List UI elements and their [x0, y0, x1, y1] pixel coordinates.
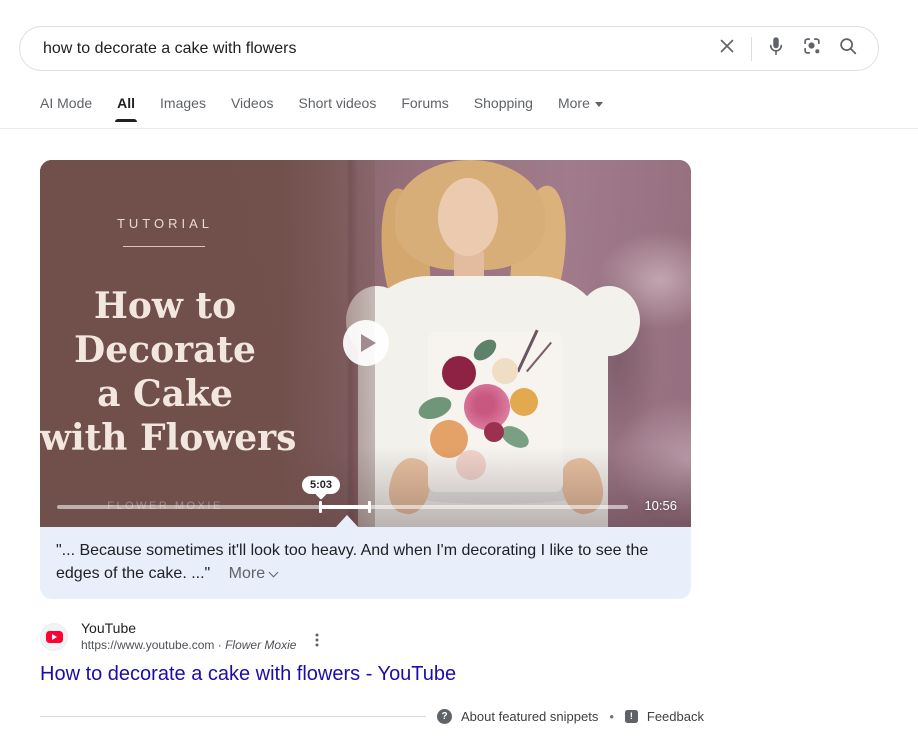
help-circle-icon: ?: [437, 709, 452, 724]
search-input[interactable]: [43, 40, 713, 58]
google-lens-icon: [801, 35, 823, 62]
thumbnail-title-block: TUTORIAL How to Decorate a Cake with Flo…: [40, 160, 290, 527]
video-progress-bar[interactable]: [57, 505, 628, 509]
clip-start-tick: [319, 501, 322, 513]
tab-more-label: More: [558, 95, 590, 111]
search-submit-button[interactable]: [834, 35, 862, 63]
result-title-link[interactable]: How to decorate a cake with flowers - Yo…: [40, 662, 456, 687]
chevron-down-icon: [595, 102, 603, 107]
snippet-quote-text: "... Because sometimes it'll look too he…: [56, 542, 648, 582]
result-type-tabs: AI Mode All Images Videos Short videos F…: [40, 95, 603, 122]
youtube-logo-icon: [46, 631, 63, 643]
site-name: YouTube: [81, 619, 296, 637]
clip-end-tick: [368, 501, 371, 513]
timestamp-bubble: 5:03: [302, 476, 340, 494]
footer-divider: [40, 716, 426, 717]
thumbnail-kicker-rule: [123, 246, 205, 247]
tabs-divider: [0, 128, 918, 129]
more-label: More: [229, 565, 265, 582]
tab-videos[interactable]: Videos: [231, 95, 274, 122]
feedback-icon: !: [625, 710, 638, 723]
tab-short-videos[interactable]: Short videos: [299, 95, 377, 122]
play-button[interactable]: [343, 320, 389, 366]
thumbnail-title: How to Decorate a Cake with Flowers: [40, 284, 290, 460]
source-byline: Flower Moxie: [225, 638, 296, 652]
result-options-button[interactable]: [310, 632, 324, 654]
site-favicon: [40, 623, 68, 651]
close-icon: [716, 35, 738, 62]
tab-more[interactable]: More: [558, 95, 603, 122]
expand-more-link[interactable]: More: [229, 565, 277, 582]
site-url: https://www.youtube.com · Flower Moxie: [81, 637, 296, 654]
tab-images[interactable]: Images: [160, 95, 206, 122]
lens-search-button[interactable]: [798, 35, 826, 63]
tab-shopping[interactable]: Shopping: [474, 95, 533, 122]
voice-search-button[interactable]: [762, 35, 790, 63]
source-text-block: YouTube https://www.youtube.com · Flower…: [81, 619, 296, 654]
thumbnail-kicker: TUTORIAL: [40, 216, 290, 231]
snippet-quote-box: "... Because sometimes it'll look too he…: [40, 527, 691, 599]
featured-video-card: TUTORIAL How to Decorate a Cake with Flo…: [40, 160, 691, 599]
tab-all[interactable]: All: [117, 95, 135, 122]
feedback-link[interactable]: Feedback: [647, 709, 704, 724]
search-bar: [19, 26, 879, 71]
chevron-down-icon: [269, 568, 279, 578]
video-thumbnail[interactable]: TUTORIAL How to Decorate a Cake with Flo…: [40, 160, 691, 527]
microphone-icon: [765, 35, 787, 62]
search-icon: [837, 35, 859, 62]
kebab-menu-icon: [310, 632, 324, 653]
quote-pointer-notch: [336, 515, 358, 527]
footer-separator: •: [609, 709, 614, 724]
suggested-clip-segment: [320, 505, 370, 509]
snippet-footer: ? About featured snippets • ! Feedback: [437, 704, 704, 728]
google-search-results-page: AI Mode All Images Videos Short videos F…: [0, 0, 918, 737]
searchbar-divider: [751, 37, 752, 61]
result-source-header[interactable]: YouTube https://www.youtube.com · Flower…: [40, 619, 324, 654]
about-featured-snippets-link[interactable]: About featured snippets: [461, 709, 598, 724]
video-duration: 10:56: [644, 498, 677, 513]
tab-ai-mode[interactable]: AI Mode: [40, 95, 92, 122]
clear-search-button[interactable]: [713, 35, 741, 63]
tab-forums[interactable]: Forums: [401, 95, 448, 122]
